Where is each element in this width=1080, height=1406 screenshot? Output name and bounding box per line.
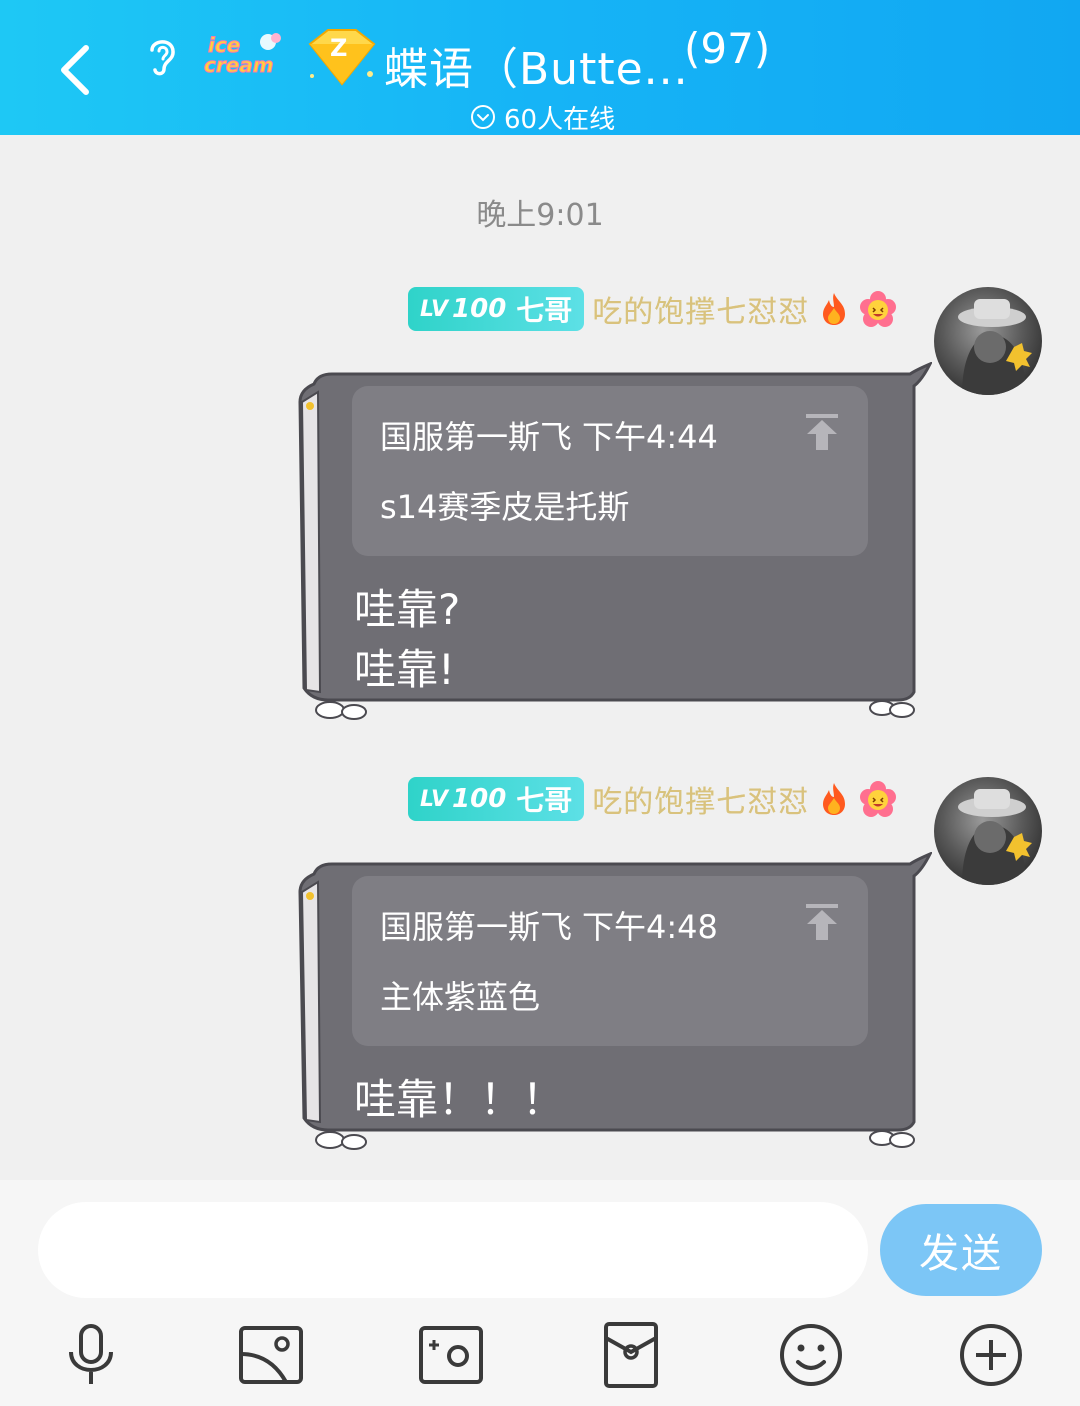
chat-header: ice cream Z 蝶语（Butte... (97) 60人在线 xyxy=(0,0,1080,135)
jump-to-top-icon[interactable] xyxy=(804,412,840,452)
sender-nickname[interactable]: 吃的饱撑七怼怼 xyxy=(592,777,809,821)
level-badge: LV 100 七哥 xyxy=(408,777,585,821)
image-icon[interactable] xyxy=(236,1320,306,1390)
member-title: 七哥 xyxy=(516,294,573,327)
level-prefix: LV xyxy=(420,296,449,322)
camera-icon[interactable] xyxy=(416,1320,486,1390)
icecream-badge-icon: ice cream xyxy=(204,33,281,78)
online-count-label: 60人在线 xyxy=(504,104,616,135)
chevron-left-icon xyxy=(61,45,89,95)
fire-icon xyxy=(823,293,846,325)
flower-face-icon xyxy=(860,291,897,327)
member-count: (97) xyxy=(684,24,771,73)
jump-to-top-icon[interactable] xyxy=(804,902,840,942)
message-input[interactable] xyxy=(38,1202,868,1298)
sender-info: LV 100 七哥 吃的饱撑七怼怼 xyxy=(408,777,897,821)
level-badge: LV 100 七哥 xyxy=(408,287,585,331)
avatar[interactable] xyxy=(934,287,1042,395)
emoji-icon[interactable] xyxy=(776,1320,846,1390)
group-title[interactable]: 蝶语（Butte... xyxy=(384,42,689,98)
quote-author: 国服第一斯飞 xyxy=(380,418,573,456)
svg-text:cream: cream xyxy=(204,53,274,77)
message-bubble[interactable]: 国服第一斯飞 下午4:48 主体紫蓝色 哇靠！！！ xyxy=(298,852,932,1152)
avatar-image xyxy=(958,299,1032,395)
avatar-image xyxy=(958,789,1032,885)
level-prefix: LV xyxy=(420,786,449,812)
microphone-icon[interactable] xyxy=(56,1320,126,1390)
chevron-down-circle-icon xyxy=(471,105,495,129)
message-bubble[interactable]: 国服第一斯飞 下午4:44 s14赛季皮是托斯 哇靠? 哇靠! xyxy=(298,362,932,722)
quoted-message[interactable]: 国服第一斯飞 下午4:48 主体紫蓝色 xyxy=(352,876,868,1046)
quote-text: 主体紫蓝色 xyxy=(380,978,541,1016)
quote-header: 国服第一斯飞 下午4:44 xyxy=(380,412,718,458)
member-title: 七哥 xyxy=(516,784,573,817)
input-area: 发送 xyxy=(0,1180,1080,1406)
sender-info: LV 100 七哥 吃的饱撑七怼怼 xyxy=(408,287,897,331)
online-status[interactable]: 60人在线 xyxy=(470,100,616,135)
quote-text: s14赛季皮是托斯 xyxy=(380,488,630,526)
red-packet-icon[interactable] xyxy=(596,1320,666,1390)
send-button[interactable]: 发送 xyxy=(880,1204,1042,1296)
message-timestamp: 晚上9:01 xyxy=(476,198,604,233)
quote-header: 国服第一斯飞 下午4:48 xyxy=(380,902,718,948)
svg-text:Z: Z xyxy=(330,34,347,62)
back-button[interactable] xyxy=(50,36,110,100)
quote-author: 国服第一斯飞 xyxy=(380,908,573,946)
level-number: 100 xyxy=(452,294,507,324)
quoted-message[interactable]: 国服第一斯飞 下午4:44 s14赛季皮是托斯 xyxy=(352,386,868,556)
fire-icon xyxy=(823,783,846,815)
input-toolbar xyxy=(0,1320,1080,1390)
quote-time: 下午4:44 xyxy=(582,418,718,456)
diamond-badge-icon: Z xyxy=(308,29,376,86)
message-line: 哇靠? xyxy=(354,585,461,634)
sender-nickname[interactable]: 吃的饱撑七怼怼 xyxy=(592,287,809,331)
ear-icon[interactable] xyxy=(142,34,182,78)
plus-icon[interactable] xyxy=(956,1320,1026,1390)
avatar[interactable] xyxy=(934,777,1042,885)
message-line: 哇靠! xyxy=(354,645,455,694)
flower-face-icon xyxy=(860,781,897,817)
message-line: 哇靠！！！ xyxy=(354,1075,565,1124)
quote-time: 下午4:48 xyxy=(582,908,718,946)
level-number: 100 xyxy=(452,784,507,814)
